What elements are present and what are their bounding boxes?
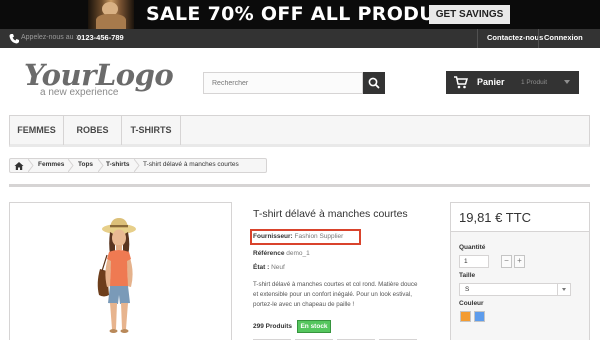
breadcrumb-femmes[interactable]: Femmes xyxy=(38,161,64,168)
menu-item-femmes[interactable]: FEMMES xyxy=(10,116,64,145)
promo-banner[interactable]: SALE 70% OFF ALL PRODUCTS GET SAVINGS NO… xyxy=(0,0,600,29)
breadcrumb-separator-icon xyxy=(134,159,140,172)
stock-count: 299 Produits xyxy=(253,323,293,330)
color-label: Couleur xyxy=(459,300,484,307)
quantity-input[interactable]: 1 xyxy=(459,255,489,268)
product-title: T-shirt délavé à manches courtes xyxy=(253,208,408,220)
menu-item-robes[interactable]: ROBES xyxy=(64,116,122,145)
phone-icon xyxy=(9,34,19,44)
cart-button[interactable]: Panier 1 Produit xyxy=(446,71,579,94)
stock-badge: En stock xyxy=(297,320,331,333)
reference-label: Référence xyxy=(253,250,285,257)
size-label: Taille xyxy=(459,272,476,279)
quantity-increase-button[interactable]: + xyxy=(514,255,525,268)
chevron-down-icon xyxy=(564,80,570,84)
reference-row: Référence demo_1 xyxy=(253,250,310,257)
condition-label: État : xyxy=(253,264,270,271)
call-us-label: Appelez-nous au : xyxy=(21,34,78,41)
size-value: S xyxy=(465,286,470,293)
menu-item-tshirts[interactable]: T-SHIRTS xyxy=(122,116,181,145)
breadcrumb-tops[interactable]: Tops xyxy=(78,161,93,168)
promo-model-image xyxy=(88,0,134,29)
breadcrumb-tshirts[interactable]: T-shirts xyxy=(106,161,129,168)
color-swatch-orange[interactable] xyxy=(460,311,471,322)
phone-number: 0123-456-789 xyxy=(77,33,124,42)
category-menu: FEMMES ROBES T-SHIRTS xyxy=(9,115,590,147)
breadcrumb: Femmes Tops T-shirts T-shirt délavé à ma… xyxy=(9,158,267,173)
nav-divider xyxy=(477,29,478,48)
cart-label: Panier xyxy=(477,77,505,87)
reference-value: demo_1 xyxy=(286,250,310,257)
size-select[interactable]: S xyxy=(459,283,571,296)
product-photo xyxy=(97,218,136,333)
home-icon[interactable] xyxy=(14,161,24,171)
supplier-link[interactable]: Fashion Supplier xyxy=(295,233,344,240)
search-bar xyxy=(203,72,385,94)
cart-icon xyxy=(454,76,468,89)
breadcrumb-separator-icon xyxy=(28,159,34,172)
breadcrumb-separator-icon xyxy=(68,159,74,172)
cart-count: 1 Produit xyxy=(521,79,548,86)
breadcrumb-separator-icon xyxy=(98,159,104,172)
quantity-decrease-button[interactable]: − xyxy=(501,255,512,268)
section-divider xyxy=(9,184,590,187)
product-description: T-shirt délavé à manches courtes et col … xyxy=(253,281,418,308)
quantity-label: Quantité xyxy=(459,244,486,251)
product-image-box[interactable] xyxy=(9,202,232,340)
search-button[interactable] xyxy=(363,72,385,94)
promo-headline: SALE 70% OFF ALL PRODUCTS xyxy=(146,3,477,25)
contact-link[interactable]: Contactez-nous xyxy=(487,33,543,42)
condition-value: Neuf xyxy=(271,264,285,271)
breadcrumb-current: T-shirt délavé à manches courtes xyxy=(143,161,239,168)
supplier-label: Fournisseur: xyxy=(253,233,293,240)
condition-row: État : Neuf xyxy=(253,264,285,271)
logo-tagline: a new experience xyxy=(40,87,119,98)
chevron-down-icon xyxy=(557,284,570,295)
nav-divider xyxy=(538,29,539,48)
search-icon xyxy=(368,77,380,89)
store-logo[interactable]: YourLogo a new experience xyxy=(24,58,174,102)
price-panel: 19,81 € TTC xyxy=(451,203,589,232)
top-nav: Appelez-nous au : 0123-456-789 Contactez… xyxy=(0,29,600,48)
product-price: 19,81 € TTC xyxy=(459,210,532,225)
search-input[interactable] xyxy=(203,72,363,94)
color-swatch-blue[interactable] xyxy=(474,311,485,322)
login-link[interactable]: Connexion xyxy=(544,33,583,42)
get-savings-button[interactable]: GET SAVINGS NOW xyxy=(429,5,510,29)
buy-box: 19,81 € TTC Quantité 1 − + Taille S Coul… xyxy=(450,202,590,340)
supplier-row: Fournisseur: Fashion Supplier xyxy=(253,233,343,240)
